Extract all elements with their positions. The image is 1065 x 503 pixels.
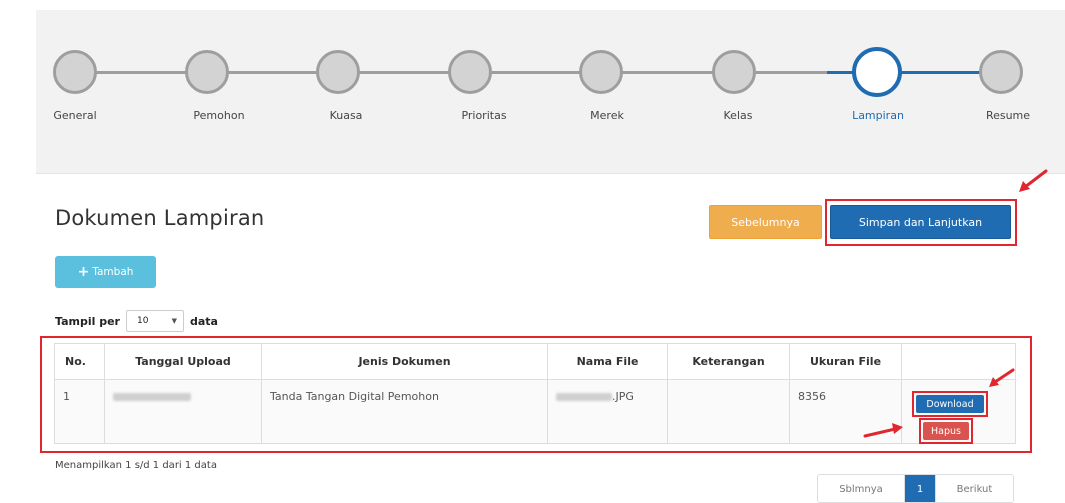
step-merek-circle[interactable] (579, 50, 623, 94)
page-length-select[interactable]: 10 ▼ (125, 310, 184, 332)
col-ukuran-file[interactable]: Ukuran File (789, 343, 902, 380)
redacted-filename (556, 393, 612, 401)
col-nama-file[interactable]: Nama File (547, 343, 668, 380)
col-no[interactable]: No. (54, 343, 105, 380)
page-length-control: Tampil per 10 ▼ data (55, 310, 218, 332)
step-kelas-label[interactable]: Kelas (693, 109, 783, 122)
col-tanggal-upload[interactable]: Tanggal Upload (104, 343, 262, 380)
pagination: Sblmnya 1 Berikut (817, 474, 1014, 503)
step-general-circle[interactable] (53, 50, 97, 94)
page-length-value: 10 (136, 316, 149, 326)
pagination-prev[interactable]: Sblmnya (818, 475, 905, 502)
cell-jenis-dokumen: Tanda Tangan Digital Pemohon (261, 379, 548, 444)
step-merek-label[interactable]: Merek (562, 109, 652, 122)
chevron-down-icon: ▼ (171, 317, 177, 325)
length-prefix: Tampil per (55, 314, 120, 328)
step-kuasa-circle[interactable] (316, 50, 360, 94)
step-prioritas-label[interactable]: Prioritas (439, 109, 529, 122)
annotation-box-download: Download (912, 391, 988, 417)
cell-nama-file: .JPG (547, 379, 668, 444)
file-extension: .JPG (612, 390, 634, 403)
step-lampiran-circle[interactable] (852, 47, 902, 97)
step-kuasa-label[interactable]: Kuasa (301, 109, 391, 122)
step-pemohon-circle[interactable] (185, 50, 229, 94)
redacted-date (113, 393, 191, 401)
col-jenis-dokumen[interactable]: Jenis Dokumen (261, 343, 548, 380)
cell-no: 1 (54, 379, 105, 444)
download-button[interactable]: Download (916, 395, 984, 413)
plus-icon: + (77, 264, 90, 280)
annotation-arrow-icon (989, 368, 1015, 387)
step-resume-label[interactable]: Resume (963, 109, 1053, 122)
delete-button[interactable]: Hapus (923, 422, 969, 440)
pagination-next[interactable]: Berikut (935, 475, 1013, 502)
progress-stepper: General Pemohon Kuasa Prioritas Merek Ke… (36, 10, 1065, 174)
pagination-current[interactable]: 1 (905, 475, 935, 502)
cell-keterangan (667, 379, 790, 444)
table-header-row: No. Tanggal Upload Jenis Dokumen Nama Fi… (54, 343, 1016, 380)
step-prioritas-circle[interactable] (448, 50, 492, 94)
step-kelas-circle[interactable] (712, 50, 756, 94)
step-resume-circle[interactable] (979, 50, 1023, 94)
step-pemohon-label[interactable]: Pemohon (174, 109, 264, 122)
add-button-label: Tambah (92, 266, 134, 278)
add-button[interactable]: + Tambah (55, 256, 156, 288)
cell-tanggal-upload (104, 379, 262, 444)
table-info: Menampilkan 1 s/d 1 dari 1 data (55, 460, 217, 471)
annotation-arrow-icon (863, 423, 903, 438)
previous-button[interactable]: Sebelumnya (709, 205, 822, 239)
save-continue-button[interactable]: Simpan dan Lanjutkan (830, 205, 1011, 239)
step-general-label[interactable]: General (30, 109, 120, 122)
step-lampiran-label[interactable]: Lampiran (833, 109, 923, 122)
length-suffix: data (189, 314, 218, 328)
page-title: Dokumen Lampiran (55, 206, 265, 230)
annotation-box-hapus: Hapus (919, 418, 973, 444)
annotation-arrow-icon (1019, 169, 1048, 192)
col-keterangan[interactable]: Keterangan (667, 343, 790, 380)
